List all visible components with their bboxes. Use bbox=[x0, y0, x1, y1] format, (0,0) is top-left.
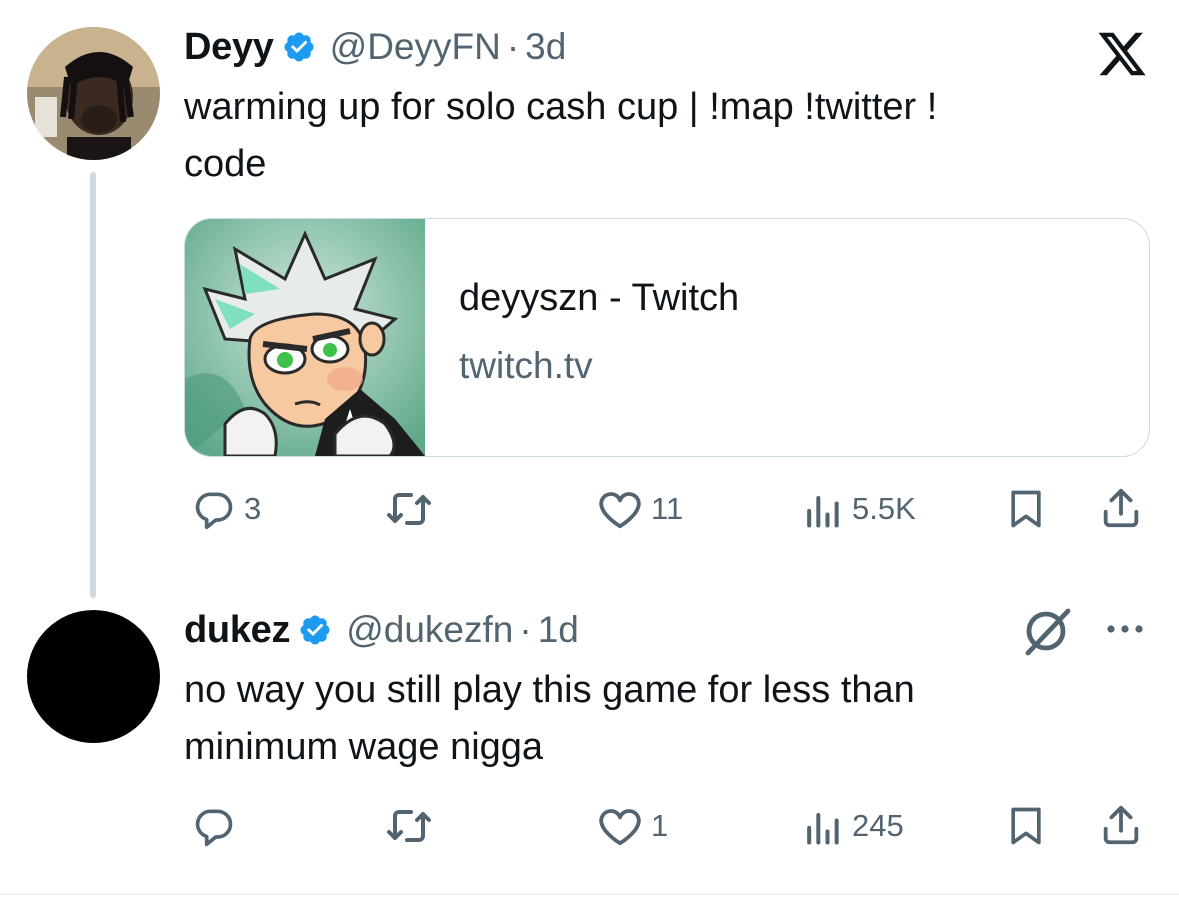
tweet-header-deyy: Deyy @DeyyFN · 3d bbox=[184, 23, 566, 71]
separator: · bbox=[506, 26, 520, 67]
avatar-dukez[interactable] bbox=[27, 610, 160, 743]
reply-count: 3 bbox=[244, 491, 262, 526]
thread-line bbox=[90, 172, 96, 598]
like-button[interactable]: 1 bbox=[597, 804, 668, 848]
tweet-header-dukez: dukez @dukezfn · 1d bbox=[184, 606, 579, 654]
views-icon bbox=[807, 495, 839, 528]
bookmark-button[interactable] bbox=[1004, 803, 1048, 849]
share-button[interactable] bbox=[1098, 485, 1144, 531]
retweet-button[interactable] bbox=[384, 487, 442, 531]
card-domain: twitch.tv bbox=[459, 345, 593, 386]
tweet-text: warming up for solo cash cup | !map !twi… bbox=[184, 86, 938, 185]
views-count: 245 bbox=[852, 808, 904, 843]
more-icon[interactable] bbox=[1104, 622, 1148, 641]
grok-icon[interactable] bbox=[1020, 605, 1076, 662]
link-card[interactable]: deyyszn - Twitch twitch.tv bbox=[184, 218, 1150, 457]
x-logo-icon[interactable] bbox=[1094, 30, 1150, 83]
avatar-deyy[interactable] bbox=[27, 27, 160, 160]
retweet-icon bbox=[387, 810, 431, 842]
reply-icon bbox=[195, 809, 233, 847]
views-icon bbox=[807, 812, 839, 845]
reply-button[interactable] bbox=[192, 804, 244, 848]
timestamp[interactable]: 3d bbox=[525, 26, 566, 68]
share-icon bbox=[1103, 488, 1139, 528]
like-icon bbox=[599, 809, 641, 846]
views-button[interactable]: 5.5K bbox=[800, 487, 916, 531]
bookmark-button[interactable] bbox=[1004, 486, 1048, 532]
display-name[interactable]: dukez bbox=[184, 609, 291, 652]
divider bbox=[0, 893, 1179, 895]
like-count: 11 bbox=[651, 491, 684, 526]
separator: · bbox=[519, 609, 532, 650]
tweet-text: no way you still play this game for less… bbox=[184, 669, 915, 768]
card-thumbnail bbox=[185, 219, 425, 456]
share-button[interactable] bbox=[1098, 802, 1144, 848]
like-icon bbox=[599, 492, 641, 529]
share-icon bbox=[1103, 805, 1139, 845]
retweet-icon bbox=[387, 493, 431, 525]
like-count: 1 bbox=[651, 808, 669, 843]
verified-badge-icon bbox=[282, 30, 316, 64]
reply-icon bbox=[195, 492, 233, 530]
display-name[interactable]: Deyy bbox=[184, 26, 274, 69]
card-title: deyyszn - Twitch bbox=[459, 277, 740, 319]
handle[interactable]: @DeyyFN bbox=[330, 26, 501, 68]
retweet-button[interactable] bbox=[384, 804, 442, 848]
views-count: 5.5K bbox=[852, 491, 916, 526]
verified-badge-icon bbox=[298, 613, 332, 647]
bookmark-icon bbox=[1011, 807, 1041, 845]
like-button[interactable]: 11 bbox=[597, 487, 683, 531]
timestamp[interactable]: 1d bbox=[538, 609, 579, 651]
bookmark-icon bbox=[1011, 490, 1041, 528]
views-button[interactable]: 245 bbox=[800, 804, 904, 848]
handle[interactable]: @dukezfn bbox=[346, 609, 513, 651]
reply-button[interactable]: 3 bbox=[192, 487, 261, 531]
